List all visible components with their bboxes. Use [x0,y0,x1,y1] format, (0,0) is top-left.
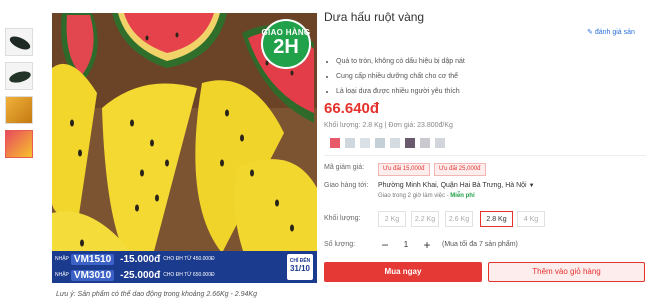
promo-condition: CHO ĐH TỪ 450.000Đ [163,256,215,262]
delivery-eta: Giao trong 2 giờ làm việc - Miễn phí [378,193,475,199]
promo-date: 31/10 [289,264,311,273]
product-highlights: Quả to tròn, không có dấu hiệu bị dập ná… [328,54,465,99]
delivery-address: Phường Minh Khai, Quận Hai Bà Trưng, Hà … [378,182,527,189]
swatch[interactable] [375,138,385,148]
thumbnail-2[interactable] [5,62,33,90]
coupon-chip-1[interactable]: Ưu đãi 15,000đ [378,163,430,176]
quantity-limit-note: (Mua tối đa 7 sản phẩm) [442,241,518,248]
quantity-label: Số lượng: [324,241,356,248]
delivery-fee: Miễn phí [450,193,475,199]
weight-option[interactable]: 4 Kg [517,211,545,227]
thumbnail-4[interactable] [5,130,33,158]
coupon-chip-2[interactable]: Ưu đãi 25,000đ [434,163,486,176]
highlight-item: Là loại dưa được nhiều người yêu thích [336,84,465,99]
plus-button[interactable]: + [419,237,435,253]
pencil-icon: ✎ [587,29,593,36]
highlight-item: Quả to tròn, không có dấu hiệu bị dập ná… [336,54,465,69]
quantity-input[interactable]: 1 [393,237,419,253]
rate-product-label: đánh giá sản [594,29,635,36]
delivery-eta-text: Giao trong 2 giờ làm việc - [378,193,451,199]
promo-amount: -25.000đ [120,269,161,281]
promo-code: VM1510 [70,253,115,265]
weight-option[interactable]: 2 Kg [378,211,406,227]
rate-product-link[interactable]: ✎ đánh giá sản [587,28,635,36]
promo-date-box: CHỈ ĐẾN 31/10 [287,254,313,280]
badge-line2: 2H [273,36,299,58]
weight-unit-price: Khối lượng: 2.8 Kg | Đơn giá: 23.800đ/Kg [324,122,453,129]
weight-option[interactable]: 2.2 Kg [411,211,439,227]
caret-down-icon: ▼ [528,183,535,189]
promo-row-2: NHẬP VM3010 -25.000đ CHO ĐH TỪ 650.000Đ [52,267,215,283]
divider [324,155,646,156]
product-price: 66.640đ [324,100,380,117]
weight-option-selected[interactable]: 2.8 Kg [480,211,513,227]
promo-condition: CHO ĐH TỪ 650.000Đ [163,272,215,278]
thumbnail-1[interactable] [5,28,33,56]
promo-label: NHẬP [55,272,69,278]
highlight-item: Cung cấp nhiều dưỡng chất cho cơ thể [336,69,465,84]
swatch[interactable] [390,138,400,148]
quantity-stepper: − 1 + [377,237,435,253]
promo-label: NHẬP [55,256,69,262]
coupon-label: Mã giảm giá: [324,164,365,171]
weight-option[interactable]: 2.6 Kg [445,211,473,227]
swatch[interactable] [360,138,370,148]
swatch[interactable] [345,138,355,148]
variant-swatches [330,138,450,148]
add-to-cart-button[interactable]: Thêm vào giỏ hàng [488,262,645,282]
delivery-2h-badge: GIAO HÀNG 2H [261,19,311,69]
swatch[interactable] [405,138,415,148]
promo-banner: NHẬP VM1510 -15.000đ CHO ĐH TỪ 450.000Đ … [52,251,317,283]
swatch[interactable] [435,138,445,148]
main-product-image: GIAO HÀNG 2H NHẬP VM1510 -15.000đ CHO ĐH… [52,13,317,283]
promo-row-1: NHẬP VM1510 -15.000đ CHO ĐH TỪ 450.000Đ [52,251,215,267]
product-title: Dưa hấu ruột vàng [324,10,425,24]
delivery-address-select[interactable]: Phường Minh Khai, Quận Hai Bà Trưng, Hà … [378,182,535,189]
thumbnail-3[interactable] [5,96,33,124]
weight-options-label: Khối lượng: [324,215,361,222]
promo-amount: -15.000đ [120,253,161,265]
promo-code: VM3010 [70,269,115,281]
minus-button[interactable]: − [377,237,393,253]
buy-now-button[interactable]: Mua ngay [324,262,482,282]
delivery-label: Giao hàng tới: [324,182,369,189]
weight-note-caption: Lưu ý: Sản phẩm có thể dao động trong kh… [56,291,257,298]
swatch[interactable] [330,138,340,148]
swatch[interactable] [420,138,430,148]
